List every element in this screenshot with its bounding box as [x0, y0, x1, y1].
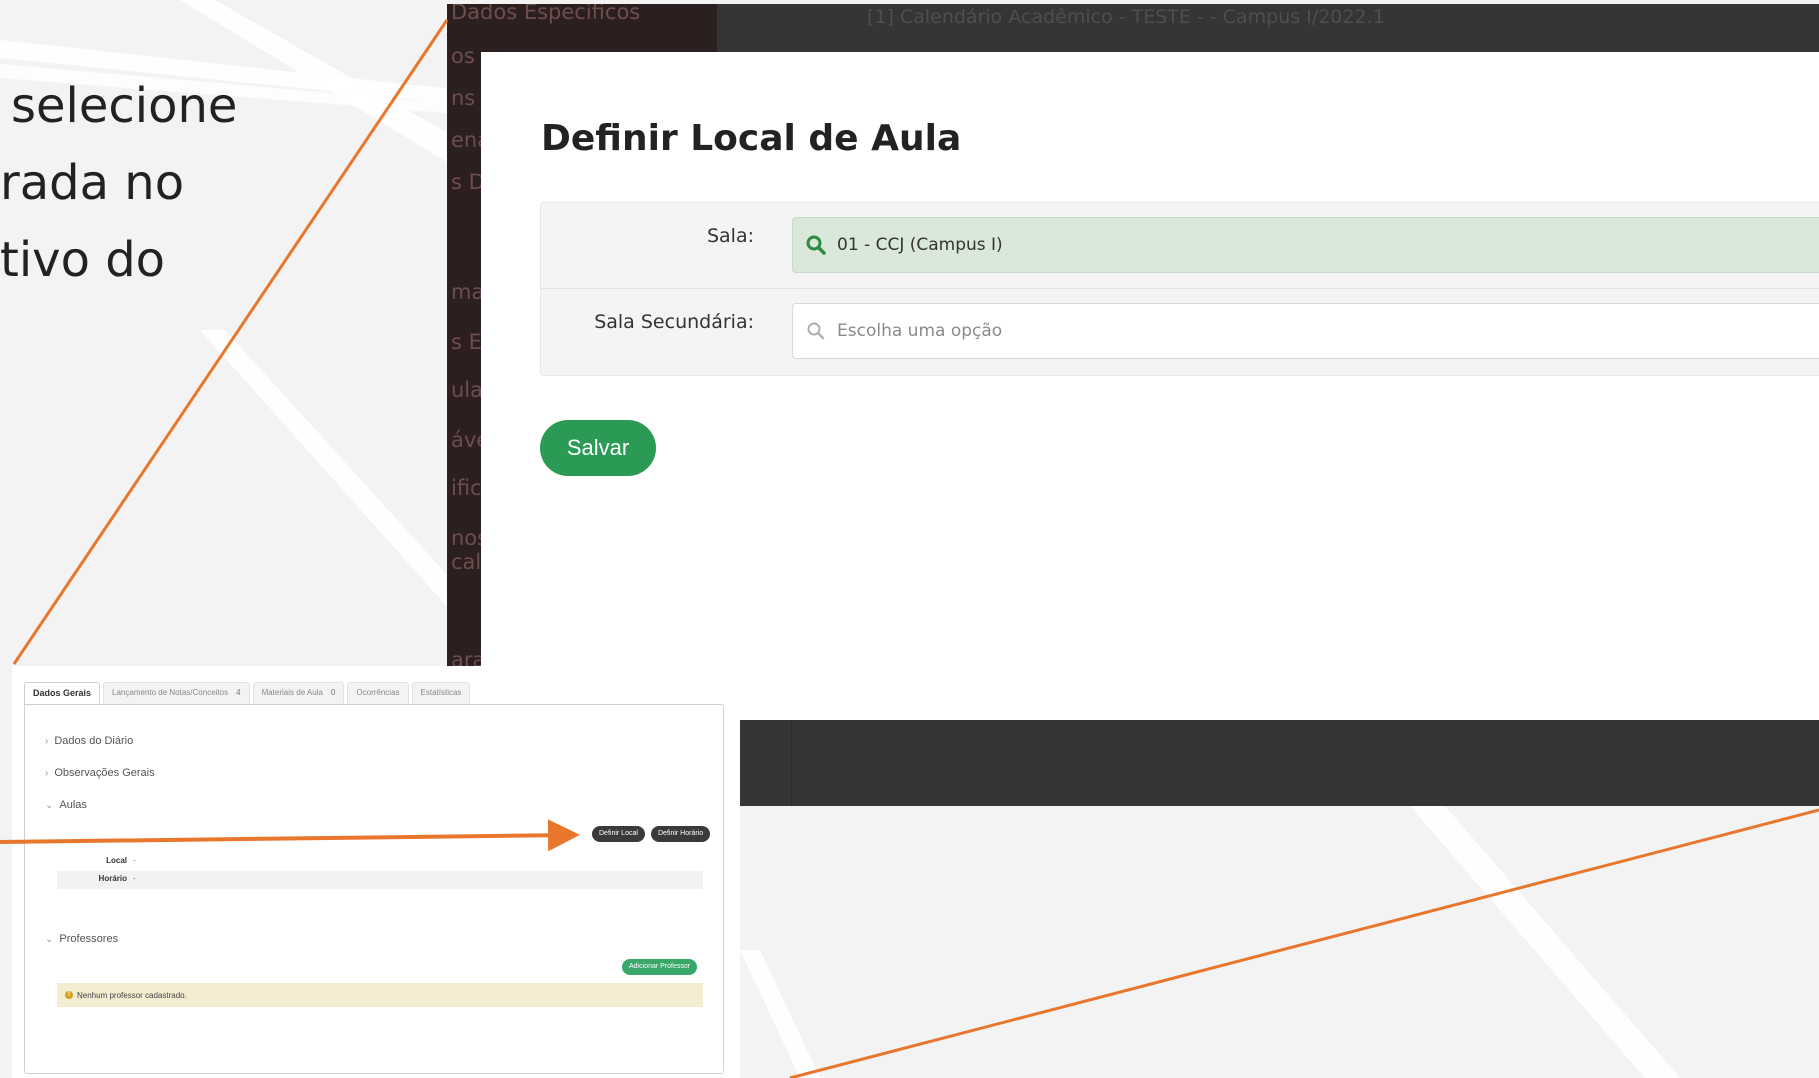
tab-dados-gerais[interactable]: Dados Gerais	[24, 682, 101, 704]
section-label: Observações Gerais	[54, 767, 155, 779]
app-footer-bar	[717, 720, 1819, 806]
local-row: Local -	[57, 853, 703, 871]
section-observacoes[interactable]: › Observações Gerais	[45, 767, 155, 779]
sala-secundaria-label: Sala Secundária:	[594, 311, 754, 333]
tab-count: 4	[236, 688, 241, 697]
form-row-sala-secundaria: Sala Secundária: Escolha uma opção	[541, 289, 1819, 375]
sidebar-item[interactable]: s D	[451, 170, 485, 194]
sidebar-item[interactable]: Dados Específicos	[451, 4, 640, 24]
app-header: [1] Calendário Acadêmico - TESTE - - Cam…	[717, 4, 1819, 52]
sidebar-item[interactable]: ific	[451, 476, 482, 500]
sala-label: Sala:	[706, 225, 754, 247]
horario-label: Horário	[98, 874, 127, 883]
tab-bar: Dados Gerais Lançamento de Notas/Conceito…	[24, 682, 473, 704]
define-local-button[interactable]: Definir Local	[592, 826, 645, 842]
form-row-sala: Sala: 01 - CCJ (Campus I)	[541, 203, 1819, 289]
chevron-right-icon: ›	[45, 736, 49, 747]
section-label: Dados do Diário	[54, 735, 134, 747]
chevron-down-icon: ⌄	[45, 800, 54, 811]
slide-line: tivo do	[0, 232, 166, 288]
tab-panel: › Dados do Diário › Observações Gerais ⌄ Au…	[24, 704, 724, 1074]
horario-value: -	[133, 874, 136, 883]
sala-secundaria-placeholder: Escolha uma opção	[837, 321, 1003, 341]
chevron-right-icon: ›	[45, 768, 49, 779]
tab-materiais-aula[interactable]: Materiais de Aula 0	[252, 682, 345, 704]
no-professor-alert: ! Nenhum professor cadastrado.	[57, 983, 703, 1007]
tab-label: Estatísticas	[420, 688, 462, 697]
search-icon	[807, 322, 825, 340]
define-horario-button[interactable]: Definir Horário	[651, 826, 711, 842]
tab-label: Dados Gerais	[33, 688, 92, 698]
tab-estatisticas[interactable]: Estatísticas	[411, 682, 471, 704]
local-label: Local	[106, 856, 127, 865]
local-value: -	[133, 856, 136, 865]
tab-label: Ocorrências	[356, 688, 400, 697]
tab-count: 0	[330, 688, 336, 697]
alert-text: Nenhum professor cadastrado.	[77, 990, 187, 1000]
sala-select[interactable]: 01 - CCJ (Campus I)	[792, 217, 1819, 273]
add-professor-button[interactable]: Adicionar Professor	[622, 959, 698, 975]
slide-instruction-text: selecione rada no tivo do	[0, 68, 237, 299]
define-local-modal: Definir Local de Aula Sala: 01 - CCJ (Ca…	[481, 52, 1819, 720]
sala-secundaria-select[interactable]: Escolha uma opção	[792, 303, 1819, 359]
section-label: Aulas	[59, 799, 87, 811]
section-professores[interactable]: ⌄ Professores	[45, 933, 118, 945]
horario-row: Horário -	[57, 871, 703, 889]
section-label: Professores	[59, 933, 119, 945]
section-aulas[interactable]: ⌄ Aulas	[45, 799, 87, 811]
chevron-down-icon: ⌄	[45, 934, 54, 945]
form-box: Sala: 01 - CCJ (Campus I) Sala Secundári…	[540, 202, 1819, 376]
modal-title: Definir Local de Aula	[541, 118, 962, 159]
tab-lancamento-notas[interactable]: Lançamento de Notas/Conceitos 4	[103, 682, 250, 704]
divider	[791, 720, 792, 806]
search-icon	[806, 235, 826, 255]
tab-label: Lançamento de Notas/Conceitos	[112, 688, 229, 697]
sidebar-item[interactable]: os	[451, 44, 475, 68]
slide-line: rada no	[0, 155, 185, 211]
warning-icon: !	[65, 991, 73, 999]
diary-page-screenshot: Dados Gerais Lançamento de Notas/Conceito…	[12, 666, 740, 1078]
sidebar-item[interactable]: ns	[451, 86, 475, 110]
sala-value: 01 - CCJ (Campus I)	[837, 235, 1003, 255]
calendar-title: [1] Calendário Acadêmico - TESTE - - Cam…	[867, 6, 1385, 28]
section-dados-diario[interactable]: › Dados do Diário	[45, 735, 133, 747]
tab-ocorrencias[interactable]: Ocorrências	[347, 682, 409, 704]
tab-label: Materiais de Aula	[261, 688, 323, 697]
save-button[interactable]: Salvar	[540, 420, 656, 476]
slide-line: selecione	[11, 78, 238, 134]
